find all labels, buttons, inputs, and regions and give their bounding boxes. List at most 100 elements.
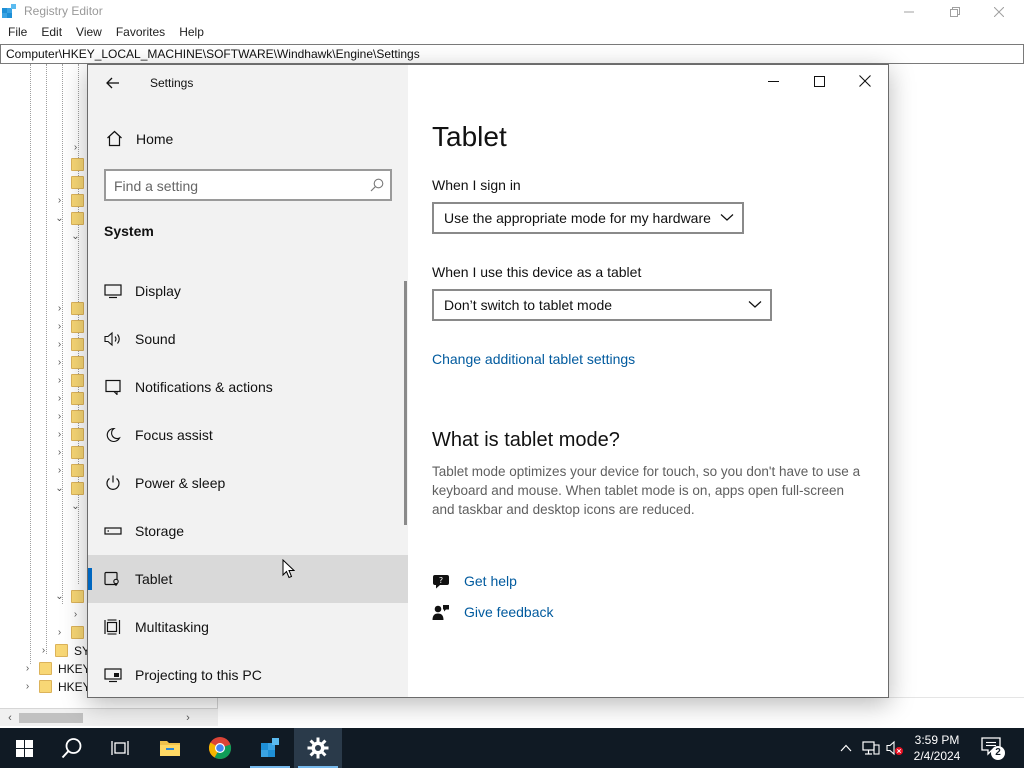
chrome-taskbar-button[interactable]: [196, 728, 244, 768]
task-view-icon: [111, 741, 129, 755]
nav-item-label: Multitasking: [135, 619, 209, 635]
nav-item-storage[interactable]: Storage: [88, 507, 408, 555]
folder-icon: [71, 158, 84, 171]
task-view-button[interactable]: [96, 728, 144, 768]
chevron-right-icon[interactable]: ›: [22, 681, 33, 692]
regedit-title: Registry Editor: [24, 4, 103, 18]
nav-home[interactable]: Home: [88, 121, 408, 157]
chevron-down-icon[interactable]: ⌄: [54, 213, 65, 224]
chevron-right-icon[interactable]: ›: [54, 375, 65, 386]
chevron-right-icon[interactable]: ›: [54, 321, 65, 332]
notification-count-badge: 2: [991, 746, 1005, 760]
projecting-icon: [104, 666, 122, 684]
folder-icon: [71, 374, 84, 387]
close-button[interactable]: [842, 65, 888, 97]
settings-window-title: Settings: [150, 76, 194, 90]
minimize-button[interactable]: [750, 65, 796, 97]
moon-icon: [104, 426, 122, 444]
sign-in-mode-dropdown[interactable]: Use the appropriate mode for my hardware: [432, 202, 744, 234]
settings-content-pane: Tablet When I sign in Use the appropriat…: [408, 65, 888, 697]
svg-text:?: ?: [439, 576, 443, 585]
nav-item-label: Notifications & actions: [135, 379, 273, 395]
regedit-minimize-button[interactable]: [886, 0, 932, 23]
change-additional-tablet-settings-link[interactable]: Change additional tablet settings: [432, 351, 635, 367]
scrollbar-thumb[interactable]: [19, 713, 83, 723]
nav-item-sound[interactable]: Sound: [88, 315, 408, 363]
maximize-button[interactable]: [796, 65, 842, 97]
folder-icon: [55, 644, 68, 657]
nav-item-power-sleep[interactable]: Power & sleep: [88, 459, 408, 507]
regedit-address-bar[interactable]: Computer\HKEY_LOCAL_MACHINE\SOFTWARE\Win…: [0, 44, 1024, 64]
chevron-down-icon[interactable]: ⌄: [70, 501, 81, 512]
volume-tray-button[interactable]: [885, 738, 905, 758]
chevron-right-icon[interactable]: ›: [54, 357, 65, 368]
tablet-use-dropdown[interactable]: Don’t switch to tablet mode: [432, 289, 772, 321]
regedit-taskbar-button[interactable]: [246, 728, 294, 768]
chevron-right-icon[interactable]: ›: [54, 339, 65, 350]
chevron-right-icon[interactable]: ›: [54, 447, 65, 458]
folder-icon: [71, 212, 84, 225]
settings-taskbar-button[interactable]: [294, 728, 342, 768]
action-center-button[interactable]: 2: [980, 736, 1006, 760]
nav-item-tablet[interactable]: Tablet: [88, 555, 408, 603]
chevron-right-icon[interactable]: ›: [22, 663, 33, 674]
chevron-right-icon[interactable]: ›: [54, 195, 65, 206]
show-hidden-icons-button[interactable]: [836, 738, 856, 758]
dropdown-value: Don’t switch to tablet mode: [444, 297, 613, 313]
nav-item-focus-assist[interactable]: Focus assist: [88, 411, 408, 459]
chevron-down-icon[interactable]: ⌄: [70, 231, 81, 242]
scroll-right-icon[interactable]: ›: [181, 711, 195, 725]
chevron-right-icon[interactable]: ›: [38, 645, 49, 656]
menu-favorites[interactable]: Favorites: [114, 23, 171, 43]
chevron-right-icon[interactable]: ›: [54, 465, 65, 476]
chevron-right-icon[interactable]: ›: [54, 393, 65, 404]
chevron-right-icon[interactable]: ›: [54, 303, 65, 314]
page-title: Tablet: [432, 121, 507, 152]
chevron-right-icon[interactable]: ›: [70, 142, 81, 153]
regedit-close-button[interactable]: [976, 0, 1022, 23]
file-explorer-taskbar-button[interactable]: [146, 728, 194, 768]
nav-item-notifications[interactable]: Notifications & actions: [88, 363, 408, 411]
search-taskbar-button[interactable]: [48, 728, 96, 768]
menu-file[interactable]: File: [6, 23, 33, 43]
back-arrow-icon: [106, 77, 119, 89]
menu-help[interactable]: Help: [177, 23, 210, 43]
chevron-down-icon[interactable]: ⌄: [54, 591, 65, 602]
give-feedback-label: Give feedback: [464, 604, 554, 620]
chevron-right-icon[interactable]: ›: [54, 429, 65, 440]
back-button[interactable]: [102, 72, 124, 94]
chevron-down-icon[interactable]: ⌄: [54, 483, 65, 494]
folder-icon: [71, 446, 84, 459]
nav-item-projecting[interactable]: Projecting to this PC: [88, 651, 408, 697]
multitasking-icon: [104, 618, 122, 636]
taskbar-clock[interactable]: 3:59 PM 2/4/2024: [906, 732, 968, 764]
nav-scrollbar[interactable]: [404, 281, 407, 525]
folder-icon: [71, 194, 84, 207]
clock-time: 3:59 PM: [914, 733, 960, 747]
give-feedback-link[interactable]: Give feedback: [432, 602, 732, 624]
chevron-right-icon[interactable]: ›: [70, 609, 81, 620]
get-help-link[interactable]: ? Get help: [432, 571, 732, 593]
menu-edit[interactable]: Edit: [39, 23, 68, 43]
scroll-left-icon[interactable]: ‹: [3, 711, 17, 725]
file-explorer-icon: [160, 741, 180, 756]
chevron-right-icon[interactable]: ›: [54, 411, 65, 422]
start-button[interactable]: [0, 728, 48, 768]
chevron-right-icon[interactable]: ›: [54, 627, 65, 638]
tablet-use-label: When I use this device as a tablet: [432, 264, 642, 280]
clock-date: 2/4/2024: [913, 749, 961, 763]
nav-item-multitasking[interactable]: Multitasking: [88, 603, 408, 651]
chevron-up-icon: [840, 744, 852, 752]
folder-icon: [71, 338, 84, 351]
tree-label: HKEY: [58, 662, 91, 676]
settings-search-box[interactable]: [104, 169, 392, 201]
search-icon[interactable]: [370, 178, 384, 192]
network-tray-button[interactable]: [861, 738, 881, 758]
menu-view[interactable]: View: [74, 23, 108, 43]
regedit-tree-hscrollbar[interactable]: ‹ ›: [0, 708, 218, 726]
maximize-icon: [813, 75, 825, 87]
regedit-restore-button[interactable]: [932, 0, 978, 23]
search-input[interactable]: [114, 176, 354, 196]
what-is-tablet-mode-heading: What is tablet mode?: [432, 429, 620, 451]
nav-item-display[interactable]: Display: [88, 267, 408, 315]
